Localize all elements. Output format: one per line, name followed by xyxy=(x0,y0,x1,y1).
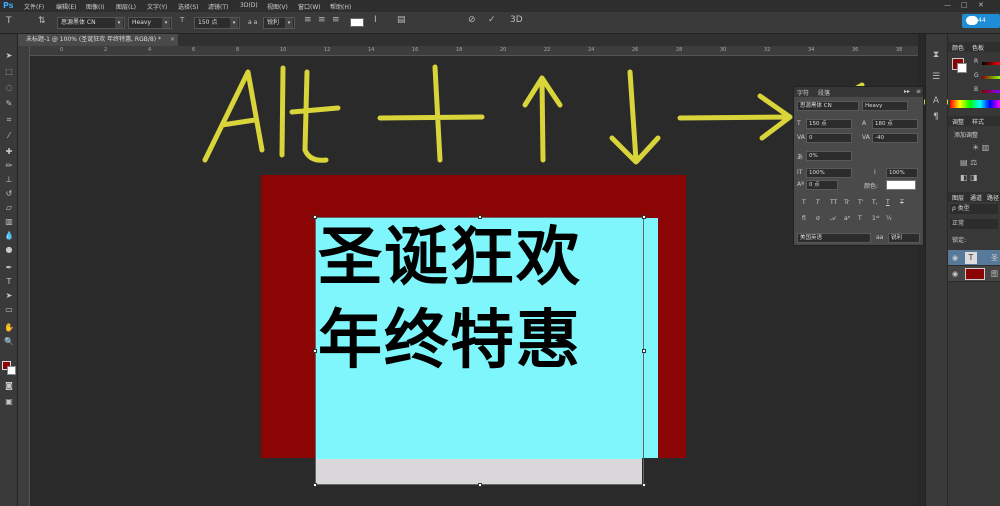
faux-bold-button[interactable]: T xyxy=(802,199,806,206)
char-tracking-field[interactable]: -40 xyxy=(872,133,918,143)
char-font-size-field[interactable]: 150 点 xyxy=(806,119,852,129)
char-font-style-select[interactable]: Heavy xyxy=(862,101,908,111)
char-horizontal-scale-field[interactable]: 100% xyxy=(886,168,918,178)
swash-icon[interactable]: 𝒜 xyxy=(830,215,836,223)
properties-icon[interactable]: ☰ xyxy=(930,72,942,84)
char-kerning-field[interactable]: 0 xyxy=(806,133,852,143)
tab-layers[interactable]: 图层 xyxy=(952,193,964,202)
invert-icon[interactable]: ◧ ◨ xyxy=(960,173,978,182)
layer-kind-filter[interactable]: ρ 类型 xyxy=(950,204,998,214)
stylistic-icon[interactable]: aᵃ xyxy=(844,215,850,222)
layer-row-text[interactable]: ◉ T 圣 xyxy=(948,250,1000,266)
char-leading-field[interactable]: 180 点 xyxy=(872,119,918,129)
character-panel: 字符 段落 ▸▸ ≡ 思源黑体 CN Heavy T 150 点 A 180 点… xyxy=(793,86,924,246)
ligature-icon[interactable]: fi xyxy=(802,215,806,222)
subscript-button[interactable]: T, xyxy=(872,199,878,206)
paragraph-panel-icon[interactable]: ¶ xyxy=(930,112,942,124)
char-color-label: 颜色: xyxy=(864,183,879,190)
all-caps-button[interactable]: TT xyxy=(830,199,837,206)
horizontal-scale-icon: I xyxy=(874,169,876,176)
char-color-swatch[interactable] xyxy=(886,180,916,190)
char-tsume-field[interactable]: 0% xyxy=(806,151,852,161)
strikethrough-button[interactable]: T xyxy=(900,199,904,206)
font-size-icon: T xyxy=(797,120,801,127)
eye-icon[interactable]: ◉ xyxy=(952,270,958,278)
panel-menu-icon[interactable]: ≡ xyxy=(916,88,921,95)
g-slider[interactable] xyxy=(982,76,1000,79)
layer-row-shape[interactable]: ◉ 图 xyxy=(948,266,1000,282)
char-vertical-scale-field[interactable]: 100% xyxy=(806,168,852,178)
tsume-icon: あ xyxy=(797,154,804,161)
history-icon[interactable]: ⧗ xyxy=(930,50,942,62)
kerning-icon: VA xyxy=(797,134,805,141)
small-caps-button[interactable]: Tr xyxy=(844,199,849,206)
eye-icon[interactable]: ◉ xyxy=(952,254,958,262)
text-layer-thumb-icon: T xyxy=(965,252,977,264)
shape-layer-thumb xyxy=(965,268,985,280)
blend-mode-select[interactable]: 正常 xyxy=(950,219,998,229)
language-select[interactable]: 美国英语 xyxy=(797,233,871,243)
b-slider-label: B xyxy=(974,86,979,93)
tab-styles[interactable]: 样式 xyxy=(972,117,984,126)
layer-name: 圣 xyxy=(991,254,998,262)
char-font-family-select[interactable]: 思源黑体 CN xyxy=(797,101,859,111)
superscript-button[interactable]: T' xyxy=(858,199,863,206)
char-antialias-select[interactable]: 锐利 xyxy=(888,233,920,243)
tab-swatches[interactable]: 色板 xyxy=(972,43,984,52)
bg-color-chip[interactable] xyxy=(957,63,967,73)
baseline-shift-icon: Aª xyxy=(797,181,804,188)
character-panel-icon[interactable]: A xyxy=(930,96,942,108)
handwritten-annotation xyxy=(202,64,1000,165)
tab-channels[interactable]: 通道 xyxy=(970,193,982,202)
tracking-icon: VA xyxy=(862,134,870,141)
tab-character[interactable]: 字符 xyxy=(797,88,809,97)
levels-icon[interactable]: ▤ ⚖ xyxy=(960,158,977,167)
layer-name: 图 xyxy=(991,270,998,278)
lock-label: 锁定: xyxy=(952,237,967,244)
char-baseline-field[interactable]: 0 点 xyxy=(806,180,838,190)
ordinal-icon[interactable]: 1ˢᵗ xyxy=(872,215,880,222)
vertical-scale-icon: IT xyxy=(797,169,803,176)
oldstyle-icon[interactable]: σ xyxy=(816,215,820,222)
color-ramp[interactable] xyxy=(950,100,1000,108)
tab-paths[interactable]: 路径 xyxy=(987,193,999,202)
collapse-icon[interactable]: ▸▸ xyxy=(904,88,910,95)
b-slider[interactable] xyxy=(982,90,1000,93)
aa-label: aa xyxy=(876,234,884,241)
tab-adjustments[interactable]: 调整 xyxy=(952,117,964,126)
add-adjustment-label: 添加调整 xyxy=(954,132,979,139)
r-slider[interactable] xyxy=(982,62,1000,65)
leading-icon: A xyxy=(862,120,867,127)
faux-italic-button[interactable]: T xyxy=(816,199,820,206)
titling-icon[interactable]: T xyxy=(858,215,862,222)
g-slider-label: G xyxy=(974,72,979,79)
r-slider-label: R xyxy=(974,58,979,65)
tab-color[interactable]: 颜色 xyxy=(952,43,964,52)
tab-paragraph[interactable]: 段落 xyxy=(818,88,830,97)
underline-button[interactable]: T xyxy=(886,199,890,206)
brightness-icon[interactable]: ☀ ▥ xyxy=(972,143,989,152)
fraction-icon[interactable]: ½ xyxy=(886,215,892,222)
